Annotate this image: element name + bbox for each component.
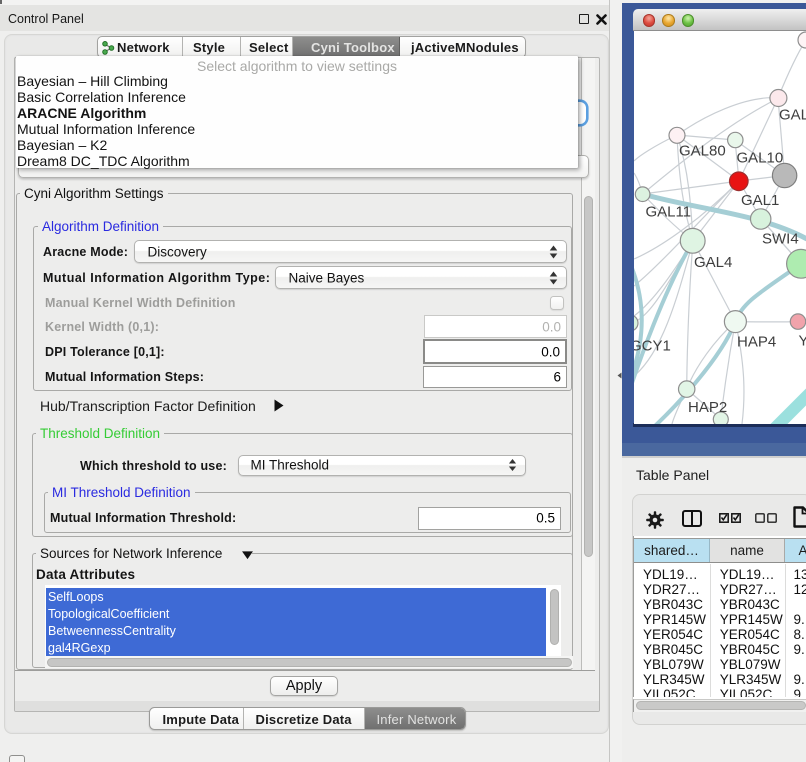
svg-text:GAL4: GAL4 [694,254,732,271]
svg-text:GAL11: GAL11 [645,204,691,221]
svg-text:HAP4: HAP4 [737,334,776,351]
svg-text:HAP2: HAP2 [688,399,727,416]
svg-text:GAL1: GAL1 [741,192,779,209]
svg-text:SWI4: SWI4 [762,231,799,248]
svg-text:Y: Y [798,333,806,350]
svg-text:GCY1: GCY1 [634,338,671,355]
svg-text:GAL80: GAL80 [679,143,726,160]
svg-text:GAL10: GAL10 [736,150,783,167]
svg-text:GAL7: GAL7 [779,107,806,124]
